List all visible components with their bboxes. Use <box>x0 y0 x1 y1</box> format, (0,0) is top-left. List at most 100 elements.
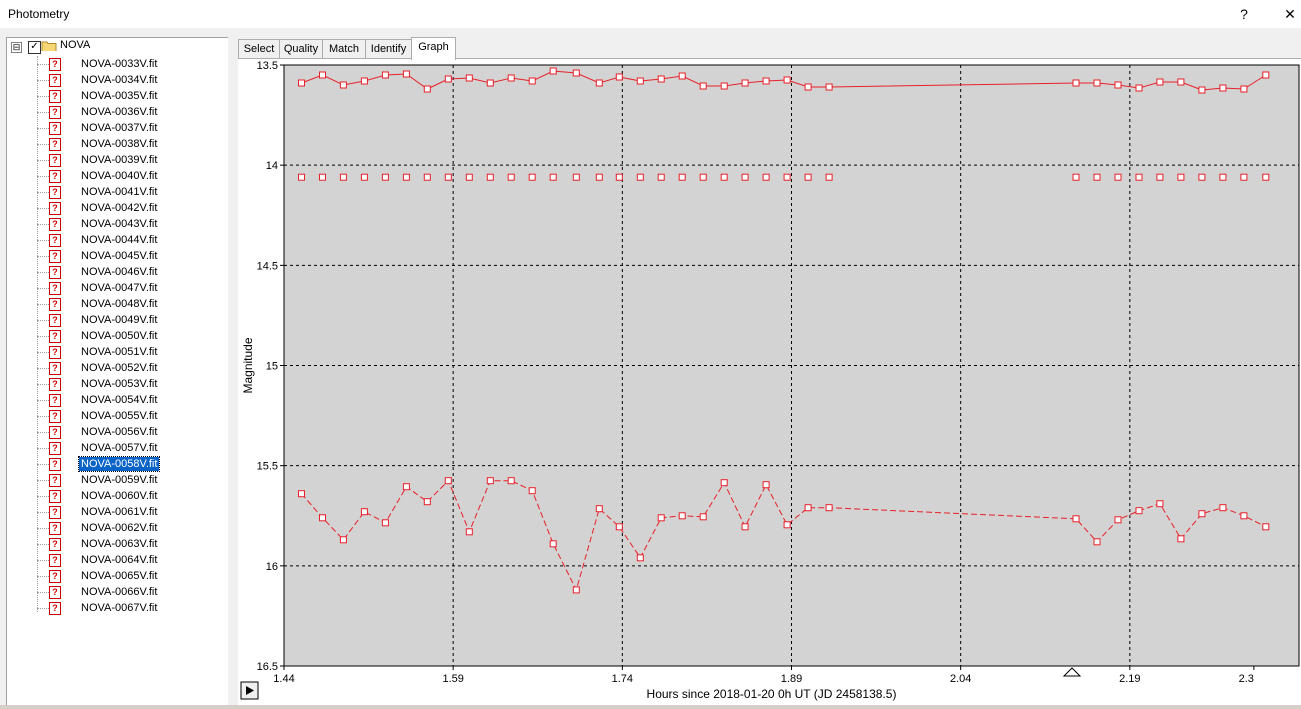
data-point[interactable] <box>595 173 603 181</box>
tree-item[interactable]: ? NOVA-0065V.fit <box>7 568 228 584</box>
data-point[interactable] <box>528 77 536 85</box>
tree-item[interactable]: ? NOVA-0040V.fit <box>7 168 228 184</box>
data-point[interactable] <box>486 173 494 181</box>
splitter[interactable] <box>228 37 236 707</box>
data-point[interactable] <box>572 173 580 181</box>
data-point[interactable] <box>1177 535 1185 543</box>
tab-quality[interactable]: Quality <box>279 39 323 60</box>
data-point[interactable] <box>678 72 686 80</box>
tree-item[interactable]: ? NOVA-0062V.fit <box>7 520 228 536</box>
data-point[interactable] <box>319 71 326 79</box>
light-curve-chart[interactable]: 13.5 14 14.5 15 15.5 16 16.51.44 1.59 1.74 1.89 2.… <box>238 59 1301 707</box>
data-point[interactable] <box>360 173 368 181</box>
data-point[interactable] <box>1177 173 1185 181</box>
tree-item[interactable]: ? NOVA-0058V.fit <box>7 456 228 472</box>
data-point[interactable] <box>1135 84 1143 92</box>
data-point[interactable] <box>444 75 452 83</box>
data-point[interactable] <box>423 85 431 93</box>
data-point[interactable] <box>720 82 728 90</box>
data-point[interactable] <box>1156 78 1164 86</box>
help-button[interactable]: ? <box>1232 4 1256 24</box>
tree-item[interactable]: ? NOVA-0050V.fit <box>7 328 228 344</box>
data-point[interactable] <box>804 83 812 91</box>
data-point[interactable] <box>1156 173 1164 181</box>
data-point[interactable] <box>360 508 368 516</box>
tree-item[interactable]: ? NOVA-0061V.fit <box>7 504 228 520</box>
data-point[interactable] <box>1114 516 1122 524</box>
data-point[interactable] <box>1114 81 1122 89</box>
data-point[interactable] <box>595 79 603 87</box>
data-point[interactable] <box>783 76 791 84</box>
root-checkbox[interactable]: ✓ <box>28 41 41 54</box>
data-point[interactable] <box>1240 173 1248 181</box>
data-point[interactable] <box>699 173 707 181</box>
data-point[interactable] <box>741 523 749 531</box>
data-point[interactable] <box>1262 71 1270 79</box>
tree-item[interactable]: ? NOVA-0057V.fit <box>7 440 228 456</box>
data-point[interactable] <box>825 504 833 512</box>
data-point[interactable] <box>615 73 623 81</box>
data-point[interactable] <box>339 173 347 181</box>
data-point[interactable] <box>657 514 665 522</box>
data-point[interactable] <box>1177 78 1185 86</box>
data-point[interactable] <box>298 79 305 87</box>
data-point[interactable] <box>572 69 580 77</box>
data-point[interactable] <box>402 483 410 491</box>
data-point[interactable] <box>1072 173 1080 181</box>
data-point[interactable] <box>720 479 728 487</box>
tree-item[interactable]: ? NOVA-0042V.fit <box>7 200 228 216</box>
data-point[interactable] <box>825 173 833 181</box>
tab-graph[interactable]: Graph <box>411 37 456 60</box>
data-point[interactable] <box>528 173 536 181</box>
data-point[interactable] <box>1156 500 1164 508</box>
tree-item[interactable]: ? NOVA-0048V.fit <box>7 296 228 312</box>
tree-item[interactable]: ? NOVA-0045V.fit <box>7 248 228 264</box>
data-point[interactable] <box>1219 504 1227 512</box>
data-point[interactable] <box>1240 512 1248 520</box>
tree-item[interactable]: ? NOVA-0047V.fit <box>7 280 228 296</box>
tree-item[interactable]: ? NOVA-0051V.fit <box>7 344 228 360</box>
data-point[interactable] <box>1093 173 1101 181</box>
data-point[interactable] <box>486 79 494 87</box>
tree-item[interactable]: ? NOVA-0066V.fit <box>7 584 228 600</box>
tab-match[interactable]: Match <box>322 39 366 60</box>
data-point[interactable] <box>572 586 580 594</box>
tree-item[interactable]: ? NOVA-0049V.fit <box>7 312 228 328</box>
tree-item[interactable]: ? NOVA-0064V.fit <box>7 552 228 568</box>
data-point[interactable] <box>549 67 557 75</box>
data-point[interactable] <box>423 173 431 181</box>
data-point[interactable] <box>1093 538 1101 546</box>
cursor-marker-icon[interactable] <box>1062 667 1082 677</box>
data-point[interactable] <box>319 173 326 181</box>
tree-item[interactable]: ? NOVA-0036V.fit <box>7 104 228 120</box>
data-point[interactable] <box>615 523 623 531</box>
data-point[interactable] <box>381 519 389 527</box>
data-point[interactable] <box>595 505 603 513</box>
data-point[interactable] <box>657 75 665 83</box>
data-point[interactable] <box>507 173 515 181</box>
data-point[interactable] <box>339 81 347 89</box>
data-point[interactable] <box>1219 84 1227 92</box>
data-point[interactable] <box>1072 79 1080 87</box>
data-point[interactable] <box>465 74 473 82</box>
tree-item[interactable]: ? NOVA-0035V.fit <box>7 88 228 104</box>
data-point[interactable] <box>678 512 686 520</box>
data-point[interactable] <box>319 514 326 522</box>
tree-item[interactable]: ? NOVA-0059V.fit <box>7 472 228 488</box>
close-button[interactable]: ✕ <box>1278 4 1301 24</box>
data-point[interactable] <box>298 490 305 498</box>
data-point[interactable] <box>1262 173 1270 181</box>
tree-item[interactable]: ? NOVA-0038V.fit <box>7 136 228 152</box>
data-point[interactable] <box>636 173 644 181</box>
data-point[interactable] <box>636 554 644 562</box>
data-point[interactable] <box>636 77 644 85</box>
data-point[interactable] <box>298 173 305 181</box>
tree-item[interactable]: ? NOVA-0034V.fit <box>7 72 228 88</box>
data-point[interactable] <box>762 481 770 489</box>
data-point[interactable] <box>1198 86 1206 94</box>
tab-identify[interactable]: Identify <box>365 39 412 60</box>
file-tree[interactable]: ⊟ ✓ NOVA ? NOVA-0033V.fit? NOVA-0034V.fit?… <box>6 37 229 708</box>
data-point[interactable] <box>1219 173 1227 181</box>
data-point[interactable] <box>549 540 557 548</box>
collapse-icon[interactable]: ⊟ <box>11 42 22 53</box>
